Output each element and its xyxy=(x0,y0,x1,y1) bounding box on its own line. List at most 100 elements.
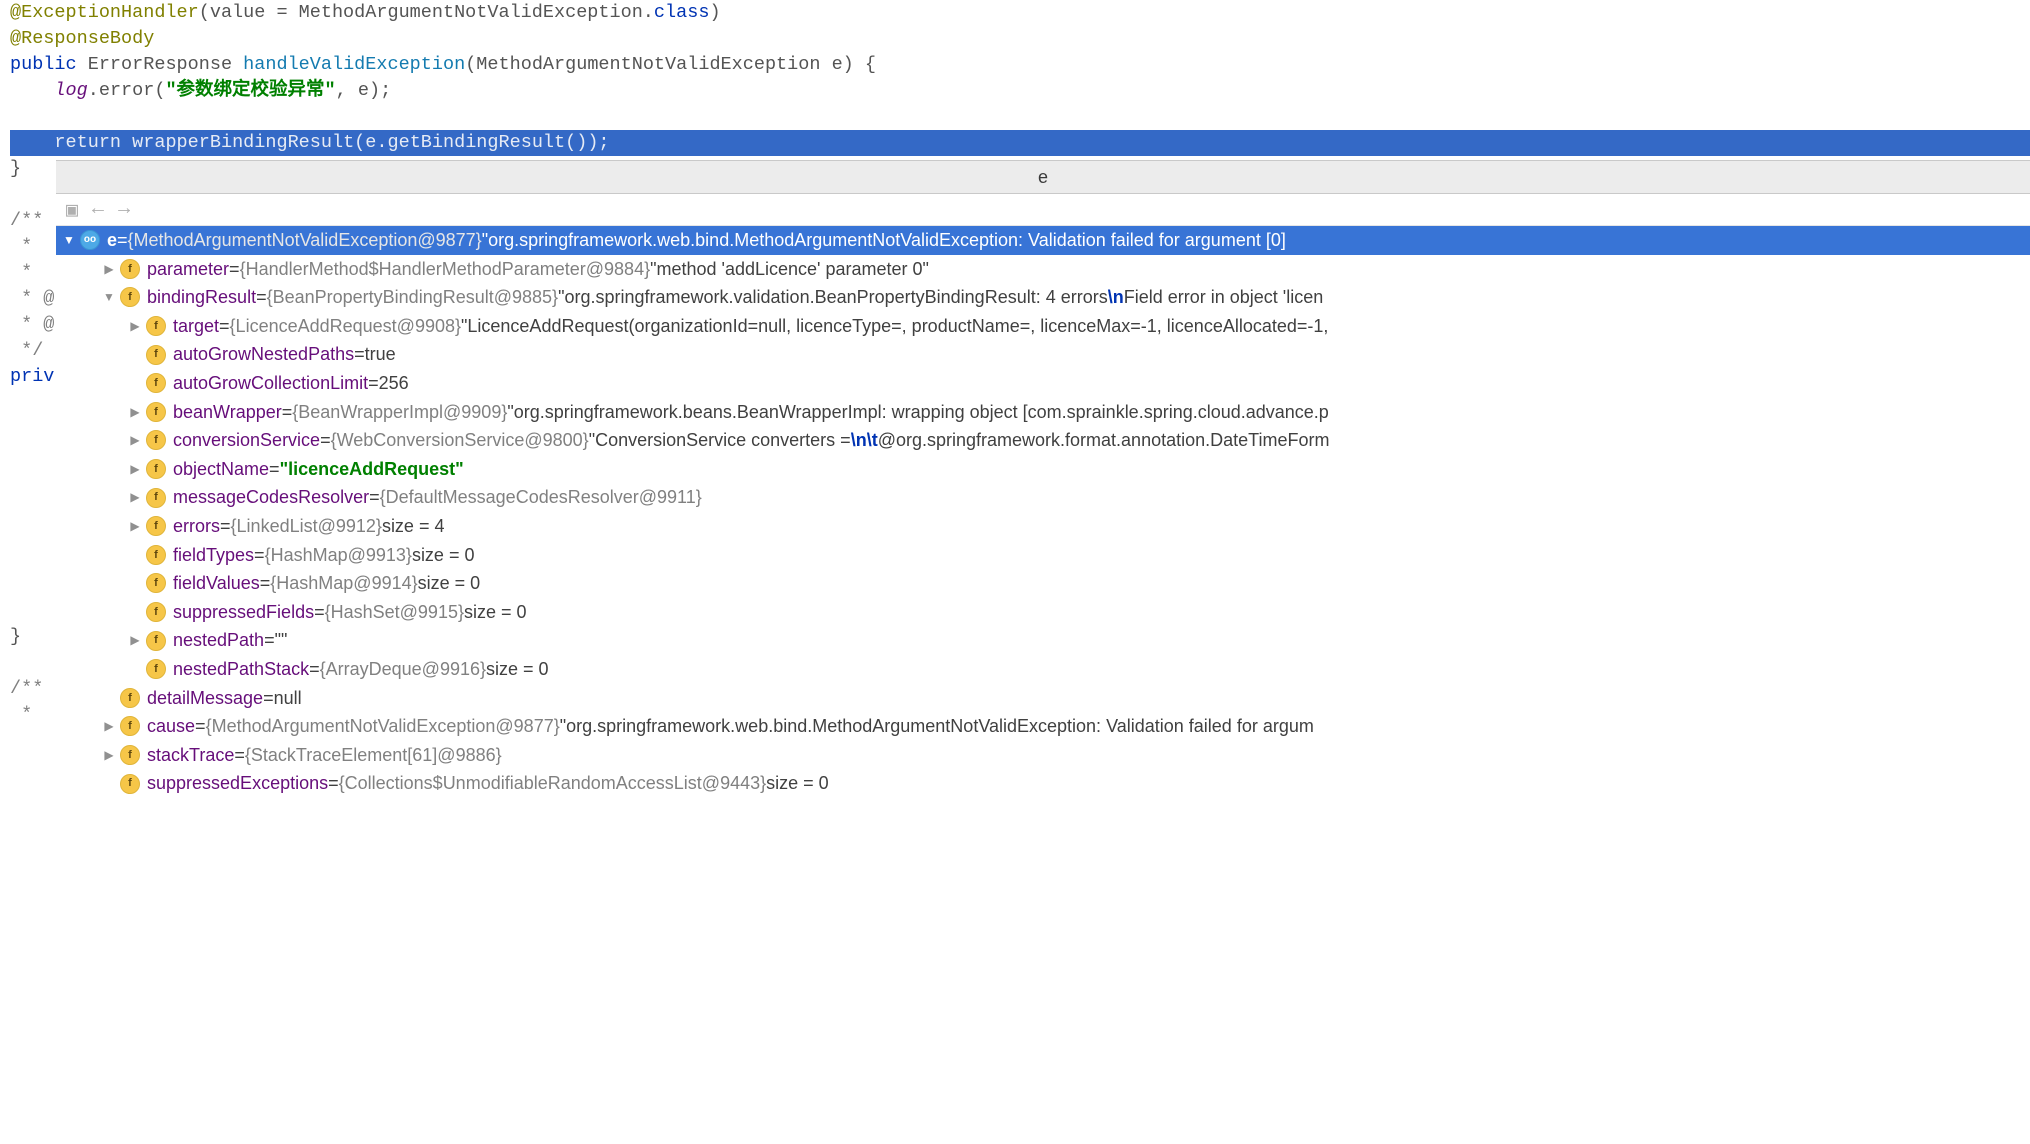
var-name: nestedPathStack xyxy=(173,655,309,684)
var-name: stackTrace xyxy=(147,741,234,770)
value-size: size = 0 xyxy=(418,569,481,598)
var-name: beanWrapper xyxy=(173,398,282,427)
var-name: suppressedFields xyxy=(173,598,314,627)
var-name: parameter xyxy=(147,255,229,284)
value-plain: 256 xyxy=(379,369,409,398)
tree-row[interactable]: ▶fbeanWrapper = {BeanWrapperImpl@9909} "… xyxy=(56,398,2030,427)
code-line xyxy=(10,104,2030,130)
tree-row[interactable]: ▶fconversionService = {WebConversionServ… xyxy=(56,426,2030,455)
object-ref: {MethodArgumentNotValidException@9877} xyxy=(206,712,560,741)
code-line: @ExceptionHandler(value = MethodArgument… xyxy=(10,0,2030,26)
expand-arrow-right-icon[interactable]: ▶ xyxy=(128,512,142,541)
field-badge-icon: f xyxy=(146,459,166,479)
var-name: detailMessage xyxy=(147,684,263,713)
tree-row[interactable]: ▶ftarget = {LicenceAddRequest@9908} "Lic… xyxy=(56,312,2030,341)
variables-tree[interactable]: ▼ oo e = {MethodArgumentNotValidExceptio… xyxy=(56,226,2030,798)
new-watch-icon[interactable]: ▣ xyxy=(66,197,78,223)
expand-arrow-right-icon[interactable]: ▶ xyxy=(102,741,116,770)
field-badge-icon: f xyxy=(120,259,140,279)
expand-arrow-right-icon[interactable]: ▶ xyxy=(128,426,142,455)
field-badge-icon: f xyxy=(146,345,166,365)
arrow-placeholder xyxy=(128,541,142,570)
arrow-placeholder xyxy=(128,598,142,627)
field-badge-icon: f xyxy=(120,688,140,708)
var-name: conversionService xyxy=(173,426,320,455)
tree-row[interactable]: ▶fstackTrace = {StackTraceElement[61]@98… xyxy=(56,741,2030,770)
value-string: "LicenceAddRequest(organizationId=null, … xyxy=(461,312,1328,341)
expand-arrow-right-icon[interactable]: ▶ xyxy=(128,312,142,341)
value-string: "ConversionService converters =\n\t@org.… xyxy=(589,426,1330,455)
tree-row[interactable]: fsuppressedExceptions = {Collections$Unm… xyxy=(56,769,2030,798)
tree-row[interactable]: ▶fmessageCodesResolver = {DefaultMessage… xyxy=(56,483,2030,512)
tree-row[interactable]: ▶fnestedPath = "" xyxy=(56,626,2030,655)
expand-arrow-right-icon[interactable]: ▶ xyxy=(128,455,142,484)
tree-row[interactable]: ffieldValues = {HashMap@9914} size = 0 xyxy=(56,569,2030,598)
value-plain: null xyxy=(274,684,302,713)
value-string: "org.springframework.web.bind.MethodArgu… xyxy=(482,226,1286,255)
tree-row[interactable]: ffieldTypes = {HashMap@9913} size = 0 xyxy=(56,541,2030,570)
field-badge-icon: f xyxy=(146,488,166,508)
value-string: "org.springframework.beans.BeanWrapperIm… xyxy=(507,398,1328,427)
expand-arrow-right-icon[interactable]: ▶ xyxy=(102,255,116,284)
value-plain: "" xyxy=(275,626,288,655)
code-line: public ErrorResponse handleValidExceptio… xyxy=(10,52,2030,78)
tree-row[interactable]: ▼fbindingResult = {BeanPropertyBindingRe… xyxy=(56,283,2030,312)
arrow-placeholder xyxy=(128,569,142,598)
tree-row[interactable]: fnestedPathStack = {ArrayDeque@9916} siz… xyxy=(56,655,2030,684)
tree-row[interactable]: fautoGrowNestedPaths = true xyxy=(56,340,2030,369)
object-ref: {BeanWrapperImpl@9909} xyxy=(292,398,507,427)
value-size: size = 0 xyxy=(486,655,549,684)
var-name: fieldValues xyxy=(173,569,260,598)
arrow-placeholder xyxy=(102,684,116,713)
object-ref: {HashSet@9915} xyxy=(325,598,464,627)
expand-arrow-right-icon[interactable]: ▶ xyxy=(128,398,142,427)
back-icon[interactable]: ← xyxy=(92,198,104,221)
var-name: nestedPath xyxy=(173,626,264,655)
value-size: size = 0 xyxy=(412,541,475,570)
object-ref: {LinkedList@9912} xyxy=(231,512,382,541)
field-badge-icon: f xyxy=(146,659,166,679)
var-name: errors xyxy=(173,512,220,541)
tree-row[interactable]: ▶fcause = {MethodArgumentNotValidExcepti… xyxy=(56,712,2030,741)
tree-row[interactable]: fdetailMessage = null xyxy=(56,684,2030,713)
var-name: fieldTypes xyxy=(173,541,254,570)
expand-arrow-down-icon[interactable]: ▼ xyxy=(62,226,76,255)
object-ref: {DefaultMessageCodesResolver@9911} xyxy=(380,483,702,512)
field-badge-icon: f xyxy=(146,573,166,593)
object-ref: {ArrayDeque@9916} xyxy=(320,655,486,684)
expand-arrow-right-icon[interactable]: ▶ xyxy=(102,712,116,741)
field-badge-icon: f xyxy=(120,287,140,307)
expand-arrow-right-icon[interactable]: ▶ xyxy=(128,483,142,512)
expand-arrow-right-icon[interactable]: ▶ xyxy=(128,626,142,655)
tree-row[interactable]: fsuppressedFields = {HashSet@9915} size … xyxy=(56,598,2030,627)
code-line: log.error("参数绑定校验异常", e); xyxy=(10,78,2030,104)
value-string: "licenceAddRequest" xyxy=(280,455,464,484)
object-ref: {BeanPropertyBindingResult@9885} xyxy=(267,283,558,312)
object-badge-icon: oo xyxy=(80,230,100,250)
var-name: bindingResult xyxy=(147,283,256,312)
expand-arrow-down-icon[interactable]: ▼ xyxy=(102,283,116,312)
field-badge-icon: f xyxy=(146,373,166,393)
debugger-panel: e ▣ ← → ▼ oo e = {MethodArgumentNotValid… xyxy=(56,160,2030,798)
object-ref: {Collections$UnmodifiableRandomAccessLis… xyxy=(339,769,767,798)
field-badge-icon: f xyxy=(146,516,166,536)
forward-icon[interactable]: → xyxy=(118,198,130,221)
tree-row[interactable]: ▶fparameter = {HandlerMethod$HandlerMeth… xyxy=(56,255,2030,284)
debugger-toolbar: ▣ ← → xyxy=(56,194,2030,226)
var-name: cause xyxy=(147,712,195,741)
object-ref: {StackTraceElement[61]@9886} xyxy=(245,741,502,770)
value-string: "org.springframework.validation.BeanProp… xyxy=(558,283,1323,312)
field-badge-icon: f xyxy=(146,631,166,651)
field-badge-icon: f xyxy=(146,545,166,565)
value-size: size = 0 xyxy=(766,769,829,798)
field-badge-icon: f xyxy=(146,316,166,336)
tree-row[interactable]: fautoGrowCollectionLimit = 256 xyxy=(56,369,2030,398)
object-ref: {HashMap@9913} xyxy=(265,541,412,570)
object-ref: {HandlerMethod$HandlerMethodParameter@98… xyxy=(240,255,651,284)
tree-row[interactable]: ▶ferrors = {LinkedList@9912} size = 4 xyxy=(56,512,2030,541)
var-name: messageCodesResolver xyxy=(173,483,369,512)
tree-row-root[interactable]: ▼ oo e = {MethodArgumentNotValidExceptio… xyxy=(56,226,2030,255)
var-name: objectName xyxy=(173,455,269,484)
field-badge-icon: f xyxy=(120,774,140,794)
tree-row[interactable]: ▶fobjectName = "licenceAddRequest" xyxy=(56,455,2030,484)
